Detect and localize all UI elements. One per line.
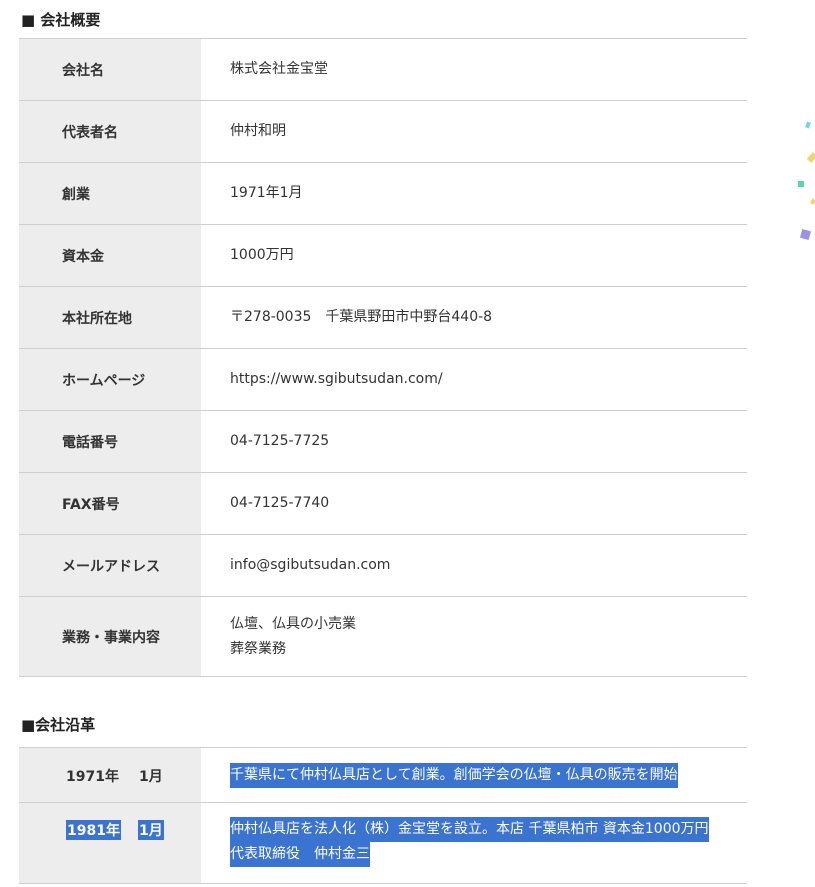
history-year: 1981年 xyxy=(66,820,121,840)
history-year: 1971年 xyxy=(66,769,119,785)
row-label: 業務・事業内容 xyxy=(19,596,201,677)
history-month: 1月 xyxy=(138,820,164,840)
table-row: 業務・事業内容 仏壇、仏具の小売業 葬祭業務 xyxy=(19,596,747,677)
history-text: 仲村仏具店を法人化（株）金宝堂を設立。本店 千葉県柏市 資本金1000万円 代表… xyxy=(201,802,747,884)
confetti-piece xyxy=(805,121,811,129)
history-line: 千葉県にて仲村仏具店として創業。創価学会の仏壇・仏具の販売を開始 xyxy=(230,763,678,788)
history-line: 仲村仏具店を法人化（株）金宝堂を設立。本店 千葉県柏市 資本金1000万円 xyxy=(230,817,709,842)
history-date: 1981年 1月 xyxy=(19,802,201,884)
table-row: 1971年 1月 千葉県にて仲村仏具店として創業。創価学会の仏壇・仏具の販売を開… xyxy=(19,747,747,803)
history-month: 1月 xyxy=(139,769,163,785)
row-label: FAX番号 xyxy=(19,472,201,535)
capital-value: 1000万円 xyxy=(201,224,747,287)
business-value: 仏壇、仏具の小売業 葬祭業務 xyxy=(201,596,747,677)
row-label: ホームページ xyxy=(19,348,201,411)
representative-value: 仲村和明 xyxy=(201,100,747,163)
history-text: 千葉県にて仲村仏具店として創業。創価学会の仏壇・仏具の販売を開始 xyxy=(201,747,747,803)
business-line: 仏壇、仏具の小売業 xyxy=(230,615,356,632)
table-row: 1981年 1月 仲村仏具店を法人化（株）金宝堂を設立。本店 千葉県柏市 資本金… xyxy=(19,802,747,884)
row-label: 資本金 xyxy=(19,224,201,287)
history-heading: ■会社沿革 xyxy=(21,716,96,734)
table-row: メールアドレス info@sgibutsudan.com xyxy=(19,534,747,597)
table-row: 本社所在地 〒278-0035 千葉県野田市中野台440-8 xyxy=(19,286,747,349)
table-row: ホームページ https://www.sgibutsudan.com/ xyxy=(19,348,747,411)
row-label: メールアドレス xyxy=(19,534,201,597)
row-label: 電話番号 xyxy=(19,410,201,473)
table-row: 会社名 株式会社金宝堂 xyxy=(19,38,747,101)
confetti-piece xyxy=(799,228,812,241)
table-row: FAX番号 04-7125-7740 xyxy=(19,472,747,535)
history-date: 1971年 1月 xyxy=(19,747,201,803)
history-table: 1971年 1月 千葉県にて仲村仏具店として創業。創価学会の仏壇・仏具の販売を開… xyxy=(19,747,747,884)
overview-heading: ■ 会社概要 xyxy=(21,11,101,29)
company-name-value: 株式会社金宝堂 xyxy=(201,38,747,101)
address-value: 〒278-0035 千葉県野田市中野台440-8 xyxy=(201,286,747,349)
company-info: ■ 会社概要 会社名 株式会社金宝堂 代表者名 仲村和明 創業 1971年1月 … xyxy=(19,0,747,884)
email-value[interactable]: info@sgibutsudan.com xyxy=(201,534,747,597)
table-row: 資本金 1000万円 xyxy=(19,224,747,287)
row-label: 会社名 xyxy=(19,38,201,101)
row-label: 本社所在地 xyxy=(19,286,201,349)
table-row: 代表者名 仲村和明 xyxy=(19,100,747,163)
phone-value: 04-7125-7725 xyxy=(201,410,747,473)
table-row: 電話番号 04-7125-7725 xyxy=(19,410,747,473)
confetti-piece xyxy=(810,198,815,205)
fax-value: 04-7125-7740 xyxy=(201,472,747,535)
row-label: 創業 xyxy=(19,162,201,225)
founded-value: 1971年1月 xyxy=(201,162,747,225)
homepage-value[interactable]: https://www.sgibutsudan.com/ xyxy=(201,348,747,411)
confetti-piece xyxy=(798,181,804,187)
row-label: 代表者名 xyxy=(19,100,201,163)
history-line: 代表取締役 仲村金三 xyxy=(230,842,370,867)
table-row: 創業 1971年1月 xyxy=(19,162,747,225)
overview-table: 会社名 株式会社金宝堂 代表者名 仲村和明 創業 1971年1月 資本金 100… xyxy=(19,38,747,677)
business-line: 葬祭業務 xyxy=(230,640,286,657)
confetti-piece xyxy=(806,152,815,163)
